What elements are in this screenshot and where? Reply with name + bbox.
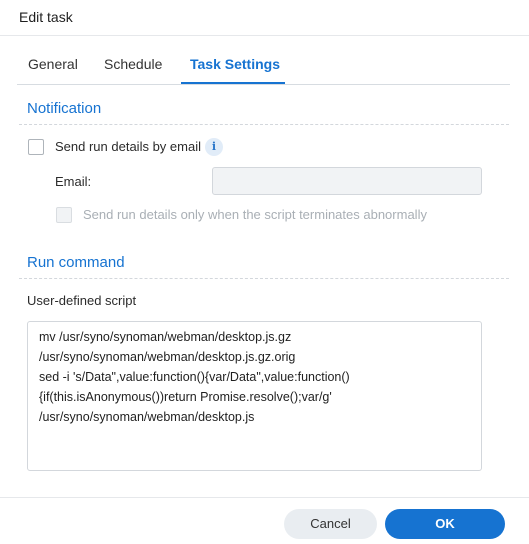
tab-task-settings[interactable]: Task Settings [190, 56, 280, 72]
tab-general[interactable]: General [28, 56, 78, 72]
section-divider [19, 124, 509, 125]
user-defined-script-textarea[interactable]: mv /usr/syno/synoman/webman/desktop.js.g… [27, 321, 482, 471]
info-icon[interactable]: i [205, 138, 223, 156]
script-line: sed -i 's/Data",value:function(){var/Dat… [39, 370, 350, 384]
dialog-title: Edit task [19, 9, 73, 25]
send-email-label: Send run details by email [55, 139, 201, 154]
abnormal-only-checkbox[interactable] [56, 207, 72, 223]
section-title-notification: Notification [27, 100, 102, 117]
active-tab-indicator [181, 82, 285, 84]
section-title-run-command: Run command [27, 254, 125, 271]
ok-button[interactable]: OK [385, 509, 505, 539]
script-line: /usr/syno/synoman/webman/desktop.js.gz.o… [39, 350, 296, 364]
abnormal-only-label: Send run details only when the script te… [83, 207, 427, 222]
cancel-button[interactable]: Cancel [284, 509, 377, 539]
script-line: /usr/syno/synoman/webman/desktop.js [39, 410, 255, 424]
dialog-titlebar: Edit task [0, 0, 529, 36]
email-label: Email: [55, 174, 92, 189]
script-label: User-defined script [27, 293, 137, 308]
send-email-checkbox[interactable] [28, 139, 44, 155]
tab-bar: General Schedule Task Settings [17, 44, 510, 85]
script-line: {if(this.isAnonymous())return Promise.re… [39, 390, 332, 404]
email-field[interactable] [212, 167, 482, 195]
section-divider [19, 278, 509, 279]
tab-schedule[interactable]: Schedule [104, 56, 162, 72]
script-line: mv /usr/syno/synoman/webman/desktop.js.g… [39, 330, 292, 344]
